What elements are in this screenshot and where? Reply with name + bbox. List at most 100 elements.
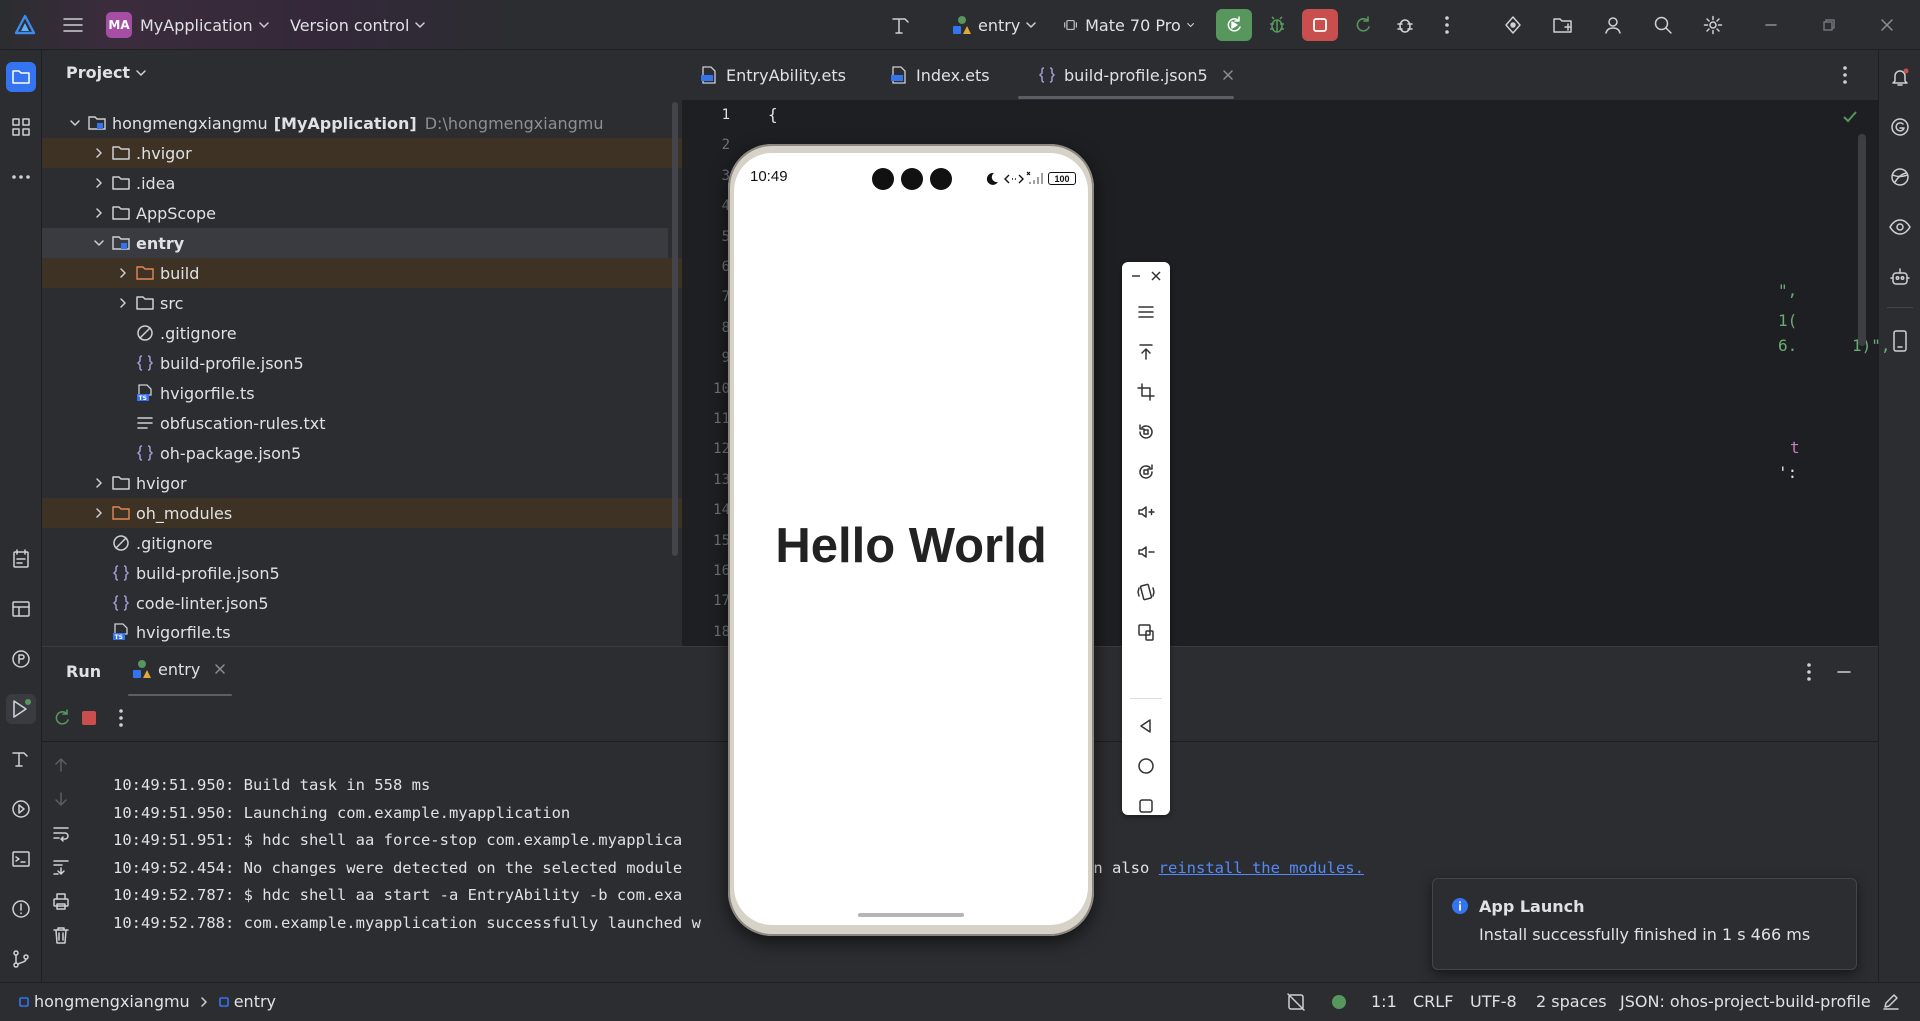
- profiler-tool-icon[interactable]: [6, 644, 36, 674]
- app-launch-notification[interactable]: App Launch Install successfully finished…: [1432, 878, 1857, 970]
- window-restore-icon[interactable]: [1814, 9, 1844, 41]
- nav-back-icon[interactable]: [1132, 712, 1160, 740]
- close-icon[interactable]: [1222, 69, 1234, 81]
- settings-gear-icon[interactable]: [1698, 9, 1728, 41]
- tree-item[interactable]: AppScope: [42, 198, 682, 228]
- tree-item[interactable]: src: [42, 288, 682, 318]
- build-hammer-icon[interactable]: [886, 9, 916, 41]
- git-tool-icon[interactable]: [6, 944, 36, 974]
- search-icon[interactable]: [1648, 9, 1678, 41]
- tree-item[interactable]: TS hvigorfile.ts: [42, 378, 682, 408]
- apply-changes-button[interactable]: [1348, 9, 1378, 41]
- layout-tool-icon[interactable]: [6, 594, 36, 624]
- run-config-selector[interactable]: entry: [952, 9, 1042, 41]
- problems-tool-icon[interactable]: [6, 894, 36, 924]
- rotate-left-icon[interactable]: [1132, 418, 1160, 446]
- deveco-logo-icon[interactable]: [10, 9, 40, 41]
- nav-home-icon[interactable]: [1132, 752, 1160, 780]
- file-encoding[interactable]: UTF-8: [1470, 992, 1517, 1011]
- breadcrumb-module[interactable]: entry: [234, 992, 276, 1011]
- tree-item[interactable]: oh_modules: [42, 498, 682, 528]
- rerun-icon[interactable]: [52, 708, 72, 728]
- clear-trash-icon[interactable]: [52, 926, 70, 944]
- tree-item[interactable]: oh-package.json5: [42, 438, 682, 468]
- attach-debugger-button[interactable]: [1390, 9, 1420, 41]
- close-icon[interactable]: [214, 663, 226, 675]
- project-scrollbar[interactable]: [672, 102, 678, 556]
- todo-tool-icon[interactable]: [6, 544, 36, 574]
- no-git-icon[interactable]: [1286, 992, 1306, 1012]
- account-icon[interactable]: [1598, 9, 1628, 41]
- device-selector[interactable]: Mate 70 Pro: [1064, 9, 1194, 41]
- services-tool-icon[interactable]: [6, 794, 36, 824]
- editor-scrollbar[interactable]: [1858, 134, 1866, 346]
- tree-item[interactable]: obfuscation-rules.txt: [42, 408, 682, 438]
- tree-item[interactable]: .gitignore: [42, 318, 682, 348]
- indent-setting[interactable]: 2 spaces: [1536, 992, 1607, 1011]
- network-globe-icon[interactable]: [1885, 162, 1915, 192]
- reinstall-modules-link[interactable]: reinstall the modules.: [1159, 859, 1364, 877]
- tree-item[interactable]: .idea: [42, 168, 682, 198]
- tree-item[interactable]: TS hvigorfile.ts: [42, 618, 682, 646]
- window-close-icon[interactable]: [1872, 9, 1902, 41]
- rerun-button[interactable]: [1216, 9, 1252, 41]
- tab-index[interactable]: Index.ets: [890, 50, 990, 100]
- tab-options-icon[interactable]: [1842, 65, 1848, 85]
- run-tool-icon[interactable]: [6, 694, 36, 724]
- cursor-position[interactable]: 1:1: [1371, 992, 1397, 1011]
- tree-root[interactable]: hongmengxiangmu [MyApplication] D:\hongm…: [42, 108, 682, 138]
- stop-button[interactable]: [1302, 9, 1338, 41]
- run-options-icon[interactable]: [1806, 662, 1812, 682]
- more-tools-icon[interactable]: [6, 162, 36, 192]
- line-ending[interactable]: CRLF: [1413, 992, 1453, 1011]
- project-view-selector[interactable]: Project: [66, 63, 146, 82]
- multi-device-icon[interactable]: [1132, 618, 1160, 646]
- breadcrumb-project[interactable]: hongmengxiangmu: [34, 992, 190, 1011]
- phone-screen[interactable]: 10:49 100 Hello World: [734, 153, 1088, 925]
- project-tool-folder-icon[interactable]: [6, 62, 36, 92]
- tree-item[interactable]: .gitignore: [42, 528, 682, 558]
- debug-button[interactable]: [1262, 9, 1292, 41]
- more-actions-icon[interactable]: [1432, 9, 1462, 41]
- tree-item[interactable]: build: [42, 258, 682, 288]
- screenshot-crop-icon[interactable]: [1132, 378, 1160, 406]
- shake-device-icon[interactable]: [1132, 578, 1160, 606]
- tree-item[interactable]: build-profile.json5: [42, 558, 682, 588]
- scroll-to-end-icon[interactable]: [52, 858, 70, 876]
- tree-item-selected[interactable]: entry: [42, 228, 668, 258]
- stop-icon[interactable]: [80, 709, 98, 727]
- tab-build-profile-active[interactable]: build-profile.json5: [1034, 50, 1234, 100]
- ai-assistant-icon[interactable]: [1498, 9, 1528, 41]
- volume-up-icon[interactable]: [1132, 498, 1160, 526]
- structure-tool-icon[interactable]: [6, 112, 36, 142]
- tree-item[interactable]: hvigor: [42, 468, 682, 498]
- rotate-right-icon[interactable]: [1132, 458, 1160, 486]
- window-minimize-icon[interactable]: [1756, 9, 1786, 41]
- more-icon[interactable]: [118, 708, 124, 728]
- notifications-bell-icon[interactable]: [1885, 62, 1915, 92]
- emulator-menu-icon[interactable]: [1132, 298, 1160, 326]
- inspection-ok-check-icon[interactable]: [1842, 110, 1858, 124]
- terminal-tool-icon[interactable]: [6, 844, 36, 874]
- home-indicator[interactable]: [858, 913, 964, 917]
- volume-down-icon[interactable]: [1132, 538, 1160, 566]
- build-tool-icon[interactable]: [6, 744, 36, 774]
- tab-entryability[interactable]: EntryAbility.ets: [700, 50, 846, 100]
- tree-item[interactable]: code-linter.json5: [42, 588, 682, 618]
- folder-open-icon[interactable]: [1548, 9, 1578, 41]
- main-menu-icon[interactable]: [58, 9, 88, 41]
- run-tab-entry[interactable]: entry: [132, 659, 226, 679]
- print-icon[interactable]: [52, 892, 70, 910]
- project-selector[interactable]: MA MyApplication: [106, 9, 276, 41]
- tree-item[interactable]: build-profile.json5: [42, 348, 682, 378]
- hide-panel-icon[interactable]: [1836, 664, 1852, 680]
- tree-item[interactable]: .hvigor: [42, 138, 682, 168]
- version-control-menu[interactable]: Version control: [290, 9, 430, 41]
- gradle-g-icon[interactable]: [1885, 112, 1915, 142]
- emulator-close-icon[interactable]: [1150, 270, 1162, 282]
- preview-eye-icon[interactable]: [1885, 212, 1915, 242]
- codegenie-robot-icon[interactable]: [1885, 262, 1915, 292]
- nav-recents-icon[interactable]: [1132, 792, 1160, 820]
- scroll-up-arrow-icon[interactable]: [52, 756, 70, 774]
- soft-wrap-icon[interactable]: [52, 824, 70, 842]
